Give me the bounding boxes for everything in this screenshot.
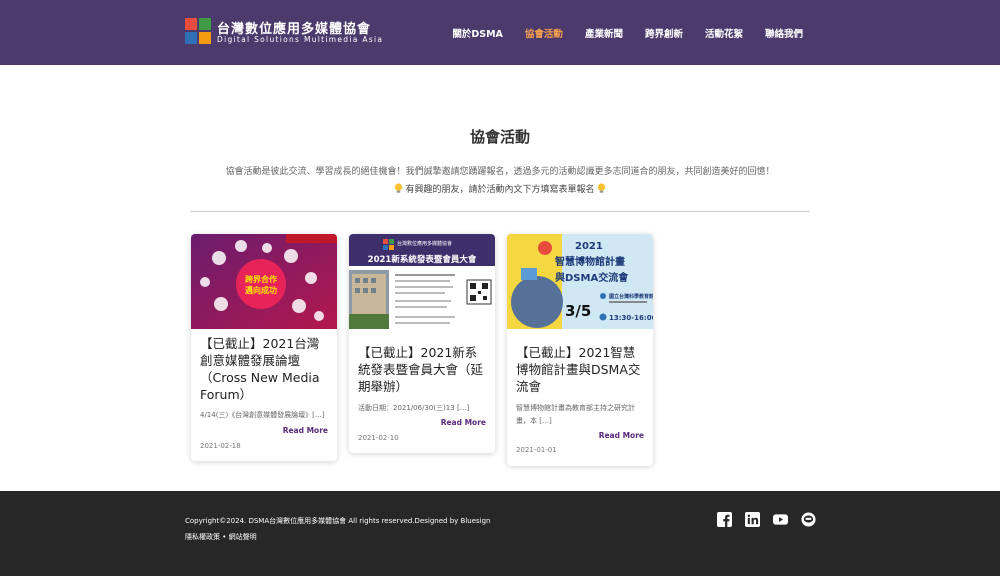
logo-subtitle: Digital Solutions Multimedia Asia [217,35,384,44]
event-card-title[interactable]: 【已截止】2021台灣創意媒體發展論壇（Cross New Media Foru… [200,335,329,403]
nav-item-innovation[interactable]: 跨界創新 [645,26,683,40]
event-card-excerpt: 智慧博物館計畫為教育部主持之研究計畫，本 […] [516,404,635,425]
event-card-image[interactable]: 2021 智慧博物館計畫 與DSMA交流會 3/5 國立台灣科學教育館 13:3… [507,234,653,329]
event-card[interactable]: 2021 智慧博物館計畫 與DSMA交流會 3/5 國立台灣科學教育館 13:3… [507,234,653,466]
svg-text:2021新系統發表暨會員大會: 2021新系統發表暨會員大會 [368,254,477,265]
nav-item-gallery[interactable]: 活動花絮 [705,26,743,40]
lightbulb-icon [395,183,403,193]
intro-note-text: 有興趣的朋友，請於活動內文下方填寫表單報名 [405,185,595,195]
event-card-date: 2021-02-10 [358,434,399,442]
event-card-excerpt: 活動日期：2021/06/30(三)13 […] [358,404,470,412]
section-divider [190,211,810,212]
nav-item-news[interactable]: 產業新聞 [585,26,623,40]
youtube-icon[interactable] [773,512,788,527]
svg-text:國立台灣科學教育館: 國立台灣科學教育館 [609,293,653,300]
svg-text:與DSMA交流會: 與DSMA交流會 [555,271,629,284]
copyright-text: Copyright©2024. DSMA台灣數位應用多媒體協會 All righ… [185,517,491,525]
event-card-date: 2021-02-18 [200,442,241,450]
page-intro: 協會活動是彼此交流、學習成長的絕佳機會！我們誠摯邀請您踴躍報名，透過多元的活動認… [225,167,775,177]
read-more-link[interactable]: Read More [441,418,486,427]
read-more-link[interactable]: Read More [283,426,328,435]
svg-text:智慧博物館計畫: 智慧博物館計畫 [555,255,625,268]
svg-text:13:30-16:00: 13:30-16:00 [609,314,653,322]
svg-text:邁向成功: 邁向成功 [245,285,277,295]
page-title: 協會活動 [469,128,530,146]
linkedin-icon[interactable] [745,512,760,527]
nav-item-contact[interactable]: 聯絡我們 [765,26,803,40]
event-card[interactable]: 台灣數位應用多媒體協會 2021新系統發表暨會員大會 【已截止】2021新系統發… [349,234,495,453]
line-icon[interactable] [801,512,816,527]
site-logo[interactable]: 台灣數位應用多媒體協會 Digital Solutions Multimedia… [185,18,382,46]
main-nav: 關於DSMA 協會活動 產業新聞 跨界創新 活動花絮 聯絡我們 [430,0,803,65]
nav-item-about[interactable]: 關於DSMA [452,26,503,40]
event-card-title[interactable]: 【已截止】2021新系統發表暨會員大會（延期舉辦） [358,344,487,395]
site-header: 台灣數位應用多媒體協會 Digital Solutions Multimedia… [0,0,1000,65]
event-card[interactable]: 跨界合作 邁向成功 【已截止】2021台灣創意媒體發展論壇（Cross New … [191,234,337,461]
event-card-image[interactable]: 跨界合作 邁向成功 [191,234,337,329]
svg-text:2021: 2021 [575,241,603,252]
footer-links[interactable]: 隱私權政策 • 網站聲明 [185,532,257,542]
svg-text:跨界合作: 跨界合作 [245,274,277,284]
event-card-date: 2021-01-01 [516,446,557,454]
svg-text:3/5: 3/5 [565,302,591,320]
site-footer: Copyright©2024. DSMA台灣數位應用多媒體協會 All righ… [0,491,1000,576]
social-links [704,512,816,527]
lightbulb-icon [597,183,605,193]
event-card-excerpt: 4/14(三)《台灣創意媒體發展論壇》[…] [200,411,325,419]
facebook-icon[interactable] [717,512,732,527]
event-card-image[interactable]: 台灣數位應用多媒體協會 2021新系統發表暨會員大會 [349,234,495,329]
logo-mark-icon [185,18,212,45]
page-intro-note: 有興趣的朋友，請於活動內文下方填寫表單報名 [0,181,1000,195]
svg-text:台灣數位應用多媒體協會: 台灣數位應用多媒體協會 [397,240,452,247]
nav-item-events[interactable]: 協會活動 [525,26,563,40]
read-more-link[interactable]: Read More [599,431,644,440]
event-card-title[interactable]: 【已截止】2021智慧博物館計畫與DSMA交流會 [516,344,645,395]
